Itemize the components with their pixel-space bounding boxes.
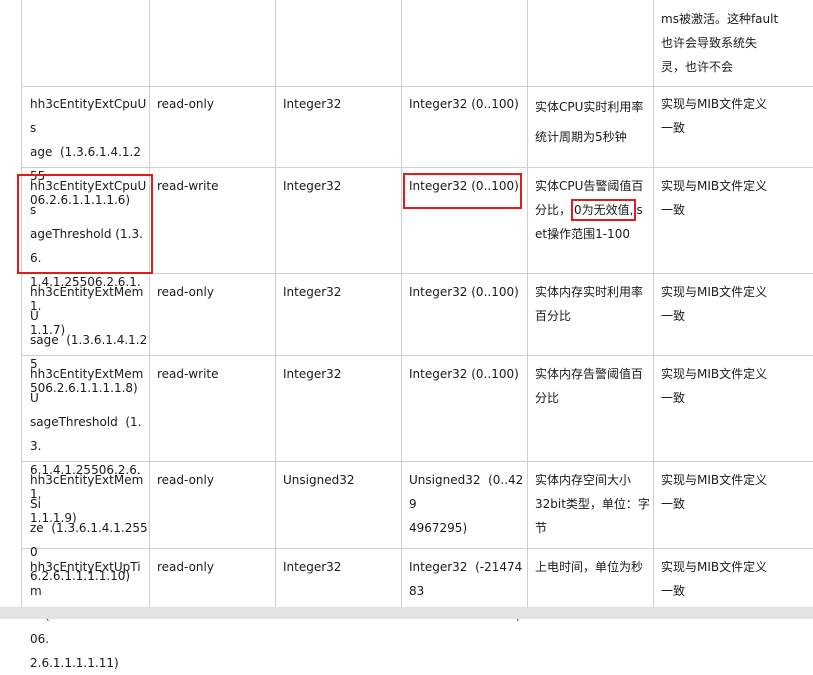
table-cell-description: 实体内存空间大小 32bit类型，单位：字 节 [535, 473, 650, 535]
table-cell-access: read-only [157, 285, 214, 299]
table-cell-implementation: 实现与MIB文件定义 一致 [661, 473, 768, 511]
highlighted-text: 0为无效值, [571, 199, 637, 221]
column-divider [527, 0, 528, 619]
table-cell-type: Integer32 [283, 285, 342, 299]
column-divider [149, 0, 150, 619]
column-divider [401, 0, 402, 619]
table-cell-description: 实体CPU实时利用率 统计周期为5秒钟 [535, 100, 644, 144]
table-cell-range: Integer32 (0..100) [409, 285, 519, 299]
table-cell-type: Integer32 [283, 97, 342, 111]
highlight-box-object [17, 174, 153, 274]
table-cell-access: read-write [157, 367, 219, 381]
table-cell-access: read-only [157, 560, 214, 574]
table-cell-type: Integer32 [283, 560, 342, 574]
table-cell-type: Integer32 [283, 367, 342, 381]
table-cell-range: Integer32 (0..100) [409, 97, 519, 111]
table-cell-type: Unsigned32 [283, 473, 355, 487]
table-cell-implementation: 实现与MIB文件定义 一致 [661, 560, 768, 598]
column-divider [21, 0, 22, 619]
table-cell-implementation: 实现与MIB文件定义 一致 [661, 97, 768, 135]
table-cell-description: 实体CPU告警阈值百 分比， 0为无效值, s et操作范围1-100 [535, 174, 651, 246]
column-divider [653, 0, 654, 619]
table-cell-implementation: ms被激活。这种fault 也许会导致系统失 灵，也许不会 [661, 12, 779, 74]
table-cell-description: 实体内存实时利用率 百分比 [535, 285, 644, 323]
table-cell-description: 上电时间，单位为秒 [535, 560, 644, 574]
highlight-box-range [403, 173, 522, 209]
table-cell-implementation: 实现与MIB文件定义 一致 [661, 179, 768, 217]
table-cell-range: Unsigned32 (0..429 4967295) [409, 473, 524, 535]
table-cell-access: read-write [157, 179, 219, 193]
table-cell-access: read-only [157, 97, 214, 111]
column-divider [275, 0, 276, 619]
table-cell-type: Integer32 [283, 179, 342, 193]
table-cell-access: read-only [157, 473, 214, 487]
table-cell-implementation: 实现与MIB文件定义 一致 [661, 367, 768, 405]
row-divider [21, 86, 813, 87]
horizontal-scrollbar[interactable] [0, 607, 813, 619]
table-cell-range: Integer32 (0..100) [409, 367, 519, 381]
mib-table: ms被激活。这种fault 也许会导致系统失 灵，也许不会 hh3cEntity… [0, 0, 813, 670]
table-cell-implementation: 实现与MIB文件定义 一致 [661, 285, 768, 323]
table-cell-description: 实体内存告警阈值百 分比 [535, 367, 644, 405]
